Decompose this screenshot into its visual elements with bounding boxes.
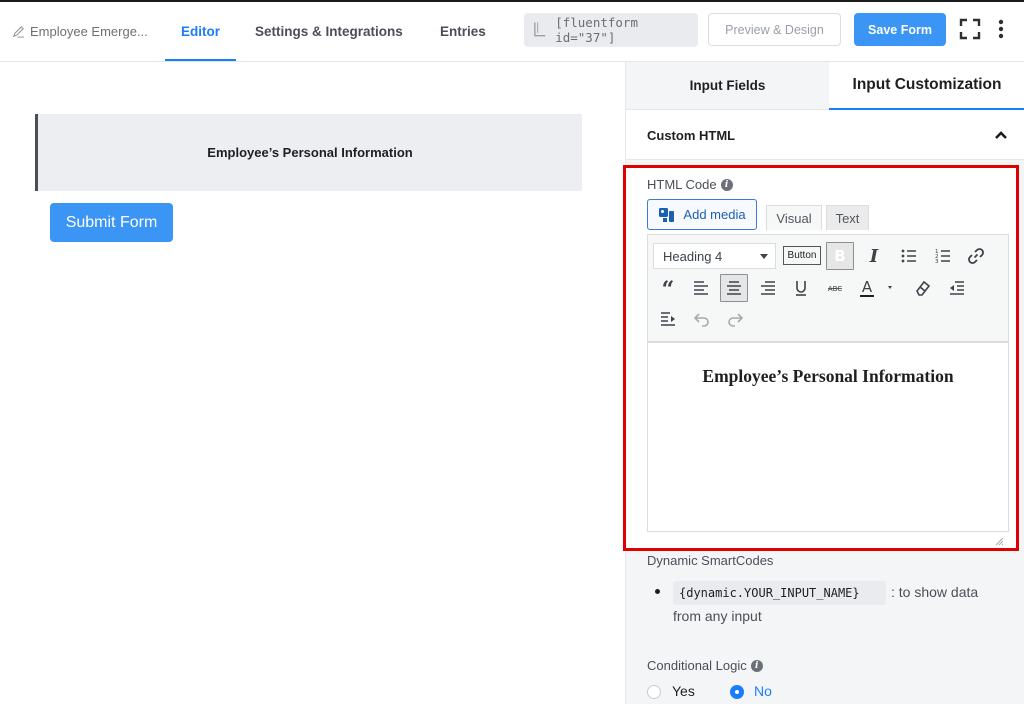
format-select-value: Heading 4 [663,248,723,264]
smartcode-chip: {dynamic.YOUR_INPUT_NAME} [673,581,886,605]
italic-icon: I [869,246,879,266]
custom-html-accordion[interactable]: Custom HTML [626,110,1024,160]
add-media-label: Add media [683,207,746,222]
tab-input-customization[interactable]: Input Customization [829,62,1024,110]
svg-text:“: “ [662,278,675,298]
submit-form-button[interactable]: Submit Form [50,203,173,242]
bold-button[interactable]: B [826,242,854,270]
redo-icon [728,313,744,327]
form-title-text: Employee Emerge... [30,24,148,39]
insert-button-button[interactable]: Button [783,246,821,265]
align-center-button[interactable] [720,274,748,302]
smartcodes-title: Dynamic SmartCodes [647,553,774,568]
conditional-logic-label-text: Conditional Logic [647,658,747,673]
undo-icon [693,313,709,327]
format-select[interactable]: Heading 4 [653,243,776,269]
section-break-field[interactable]: Employee’s Personal Information [35,114,582,191]
radio-yes[interactable] [647,685,661,699]
underline-icon [796,281,806,296]
preview-design-button[interactable]: Preview & Design [708,13,841,46]
top-bar: Employee Emerge... Editor Settings & Int… [0,0,1024,62]
editor-statusbar [647,531,1009,548]
italic-button[interactable]: I [860,242,888,270]
smartcode-description: : to show data [891,584,979,600]
numbered-list-button[interactable]: 123 [929,242,957,270]
align-right-button[interactable] [754,274,782,302]
clear-formatting-button[interactable] [909,274,937,302]
active-tab-indicator [165,59,236,61]
html-code-label: HTML Code i [647,177,733,192]
html-code-label-text: HTML Code [647,177,717,192]
svg-text:ABC: ABC [828,285,842,293]
pencil-icon [13,26,25,38]
svg-text:B: B [834,247,845,265]
indent-icon [661,312,675,326]
undo-button[interactable] [688,305,716,333]
form-title[interactable]: Employee Emerge... [12,24,148,39]
media-icon [659,207,675,222]
list-bullet [655,589,660,594]
radio-no-label[interactable]: No [754,683,772,699]
svg-text:I: I [869,246,879,266]
bullet-list-icon [901,249,916,263]
chevron-up-icon [995,131,1007,139]
shortcode-copy[interactable]: [fluentform id="37"] [524,13,698,47]
shortcode-text: [fluentform id="37"] [555,15,638,45]
link-button[interactable] [962,242,990,270]
conditional-logic-label: Conditional Logic i [647,658,763,673]
tab-input-fields[interactable]: Input Fields [626,62,829,110]
section-break-title: Employee’s Personal Information [207,145,413,160]
tab-visual[interactable]: Visual [766,205,822,230]
info-icon[interactable]: i [720,178,733,191]
more-options-icon[interactable] [996,18,1006,40]
text-color-button[interactable]: A [856,274,900,302]
link-icon [968,248,984,264]
info-icon[interactable]: i [750,659,763,672]
strikethrough-button[interactable]: ABC [821,274,849,302]
redo-button[interactable] [721,305,749,333]
outdent-icon [950,281,964,295]
add-media-button[interactable]: Add media [647,199,757,230]
smartcode-description-cont: from any input [673,608,762,624]
align-right-icon [761,281,775,295]
tab-entries[interactable]: Entries [440,24,486,39]
tab-editor[interactable]: Editor [181,24,220,39]
svg-text:3: 3 [935,259,939,265]
eraser-icon [916,280,931,296]
tab-settings-integrations[interactable]: Settings & Integrations [255,24,403,39]
outdent-button[interactable] [943,274,971,302]
underline-button[interactable] [787,274,815,302]
align-left-icon [694,281,708,295]
bullet-list-button[interactable] [895,242,923,270]
radio-yes-label[interactable]: Yes [672,683,695,699]
copy-icon [534,22,546,37]
tab-text[interactable]: Text [826,205,869,230]
svg-text:A: A [862,278,873,296]
chevron-down-icon [760,254,768,259]
bold-icon: B [834,247,845,265]
resize-grip-icon[interactable] [994,536,1004,546]
align-left-button[interactable] [687,274,715,302]
strikethrough-icon: ABC [828,285,842,293]
numbered-list-icon: 123 [935,249,950,265]
indent-button[interactable] [654,305,682,333]
editor-heading[interactable]: Employee’s Personal Information [647,366,1009,387]
blockquote-button[interactable]: “ [654,274,682,302]
quote-icon: “ [662,278,675,298]
text-color-icon: A [860,278,892,297]
fullscreen-icon[interactable] [959,18,981,40]
radio-no[interactable] [730,685,744,699]
save-form-button[interactable]: Save Form [854,13,946,46]
align-center-icon [727,281,741,295]
accordion-title: Custom HTML [647,128,736,143]
